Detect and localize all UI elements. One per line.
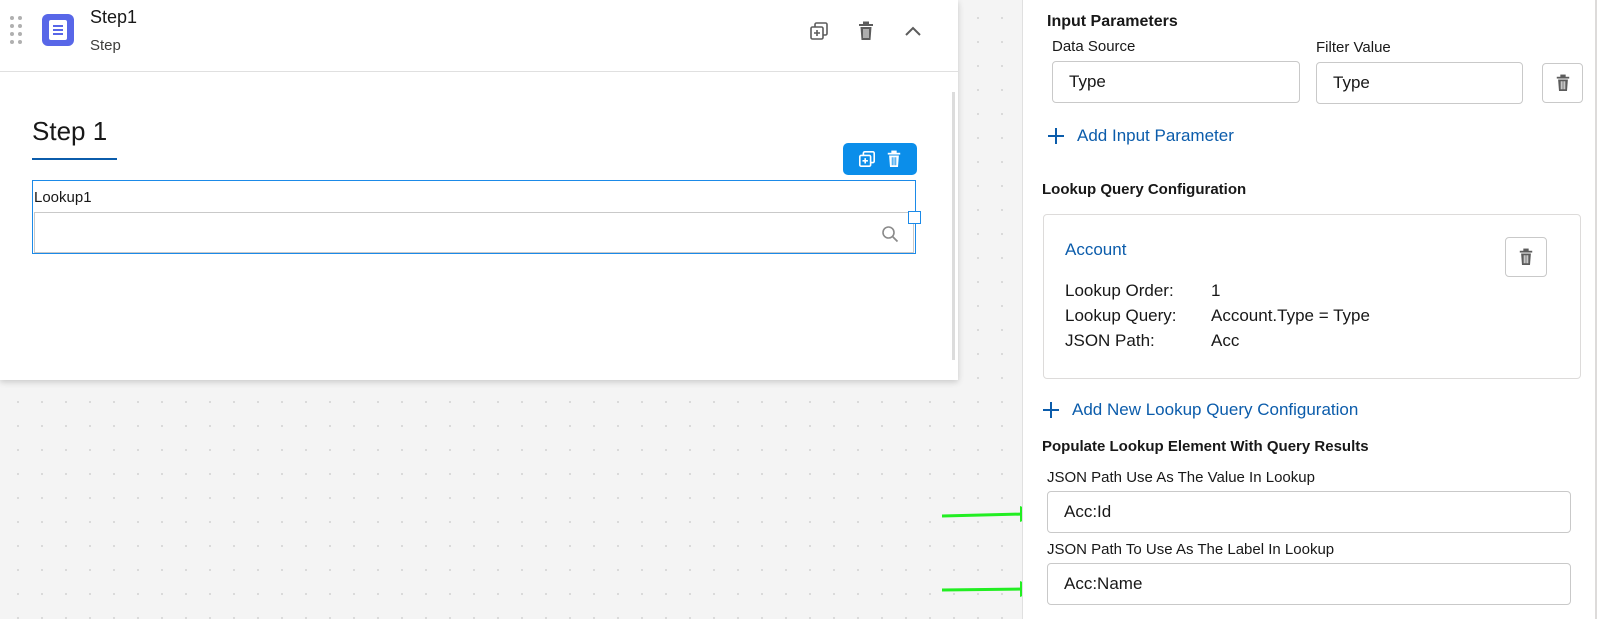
input-parameters-title: Input Parameters [1047,13,1178,30]
add-input-parameter-label: Add Input Parameter [1077,126,1234,145]
collapse-step-button[interactable] [900,18,926,44]
label-path-input[interactable] [1047,563,1571,605]
step-card: Step1 Step Step 1 Lookup1 [0,0,958,380]
delete-lookup-query-button[interactable] [1505,237,1547,277]
duplicate-element-button[interactable] [858,150,876,168]
drag-handle-icon[interactable] [10,16,24,44]
step-subtitle: Step [90,37,121,54]
lookup-query-value: Account.Type = Type [1211,306,1370,325]
json-path-key: JSON Path: [1065,331,1155,350]
duplicate-icon [810,22,828,40]
delete-step-button[interactable] [853,18,879,44]
step-heading-underline [32,158,117,160]
trash-icon [1556,74,1569,91]
value-path-input[interactable] [1047,491,1571,533]
trash-icon [887,150,901,167]
step-title: Step1 [90,7,138,27]
lookup-input[interactable] [34,212,914,253]
lookup-query-card: Account Lookup Order: 1 Lookup Query: Ac… [1043,214,1581,379]
lookup-query-key: Lookup Query: [1065,306,1177,325]
scrollbar[interactable] [952,92,955,360]
plus-icon [1048,128,1064,144]
lookup-label: Lookup1 [34,189,92,206]
properties-panel: Input Parameters Data Source Filter Valu… [1022,0,1600,619]
lookup-query-configuration-title: Lookup Query Configuration [1042,181,1247,198]
plus-icon [1043,402,1059,418]
filter-value-label: Filter Value [1316,39,1391,56]
duplicate-step-button[interactable] [806,18,832,44]
label-path-label: JSON Path To Use As The Label In Lookup [1047,541,1335,558]
delete-input-parameter-button[interactable] [1542,63,1583,103]
add-lookup-query-configuration-link[interactable]: Add New Lookup Query Configuration [1042,400,1358,420]
lookup-order-key: Lookup Order: [1065,281,1174,300]
search-icon [881,225,899,243]
data-source-input[interactable] [1052,61,1300,103]
trash-icon [859,21,873,40]
step-type-icon [42,14,74,46]
trash-icon [1519,248,1533,265]
chevron-up-icon [905,26,921,36]
duplicate-icon [858,150,876,168]
lookup-order-value: 1 [1211,281,1221,300]
step-header: Step1 Step [0,0,958,72]
add-lookup-query-configuration-label: Add New Lookup Query Configuration [1072,400,1359,419]
value-path-label: JSON Path Use As The Value In Lookup [1047,469,1315,486]
populate-lookup-title: Populate Lookup Element With Query Resul… [1042,438,1369,455]
element-toolbar [843,143,917,175]
json-path-value: Acc [1211,331,1240,350]
filter-value-input[interactable] [1316,62,1523,104]
data-source-label: Data Source [1052,38,1136,55]
resize-handle[interactable] [908,211,921,224]
step-body: Step 1 Lookup1 [0,72,958,380]
delete-element-button[interactable] [886,150,902,168]
add-input-parameter-link[interactable]: Add Input Parameter [1047,126,1234,146]
lookup-element[interactable]: Lookup1 [32,180,916,254]
step-heading: Step 1 [32,116,108,146]
lookup-object-link[interactable]: Account [1065,240,1126,260]
panel-scrollbar[interactable] [1595,0,1597,619]
